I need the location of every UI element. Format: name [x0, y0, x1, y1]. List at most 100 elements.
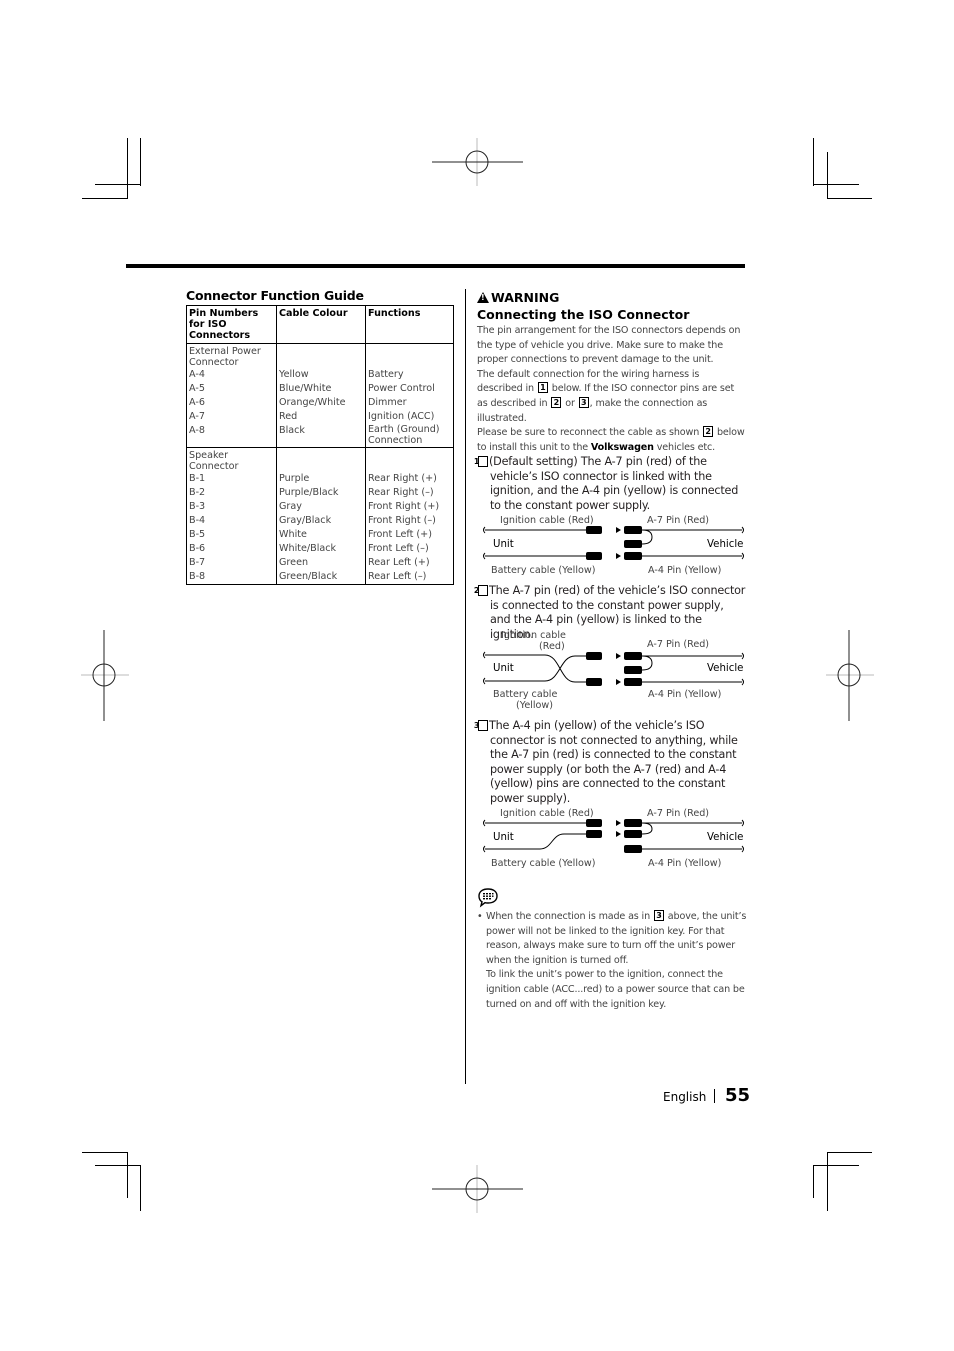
wiring-lines-3 [483, 819, 744, 853]
table-body: External Power Connector A-4 Yellow Battery… [186, 343, 454, 585]
box-number: 2 [551, 396, 562, 408]
wiring-diagram-2: Ignition cable (Red) A-7 Pin (Red) Unit … [480, 628, 746, 714]
function-cell: Rear Left (–) [365, 570, 454, 585]
cable-colour-cell: Orange/White [276, 396, 366, 410]
case-number-box: 1 [474, 456, 488, 467]
cable-colour-cell: Gray [276, 500, 366, 514]
cable-colour-cell: Purple/Black [276, 486, 366, 500]
group-row: Speaker Connector [186, 447, 454, 472]
table-row: A-4 Yellow Battery [186, 368, 454, 382]
registration-mark-top [432, 138, 523, 186]
function-cell: Dimmer [365, 396, 454, 410]
table-row: A-8 Black Earth (Ground) Connection [186, 424, 454, 448]
group-name: Speaker Connector [186, 447, 277, 472]
table-row: B-1 Purple Rear Right (+) [186, 472, 454, 486]
intro-paragraph-3: Please be sure to reconnect the cable as… [477, 426, 747, 455]
case-description: (Default setting) The A-7 pin (red) of t… [489, 455, 739, 512]
wiring-diagram-1: Ignition cable (Red) A-7 Pin (Red) Unit … [480, 513, 746, 579]
connector-function-table: Pin Numbers for ISO Connectors Cable Col… [186, 305, 454, 585]
pin-cell: B-1 [186, 472, 277, 486]
header-functions: Functions [365, 305, 454, 344]
cable-colour-cell: White [276, 528, 366, 542]
cable-colour-cell: Gray/Black [276, 514, 366, 528]
function-cell: Front Right (–) [365, 514, 454, 528]
table-row: B-5 White Front Left (+) [186, 528, 454, 542]
bullet: • [477, 911, 483, 922]
warning-heading: WARNING [477, 289, 747, 306]
pin-cell: B-8 [186, 570, 277, 585]
footer-language: English [663, 1090, 707, 1104]
cable-colour-cell: White/Black [276, 542, 366, 556]
function-cell: Front Right (+) [365, 500, 454, 514]
note-paragraph-1: When the connection is made as in 3 abov… [486, 910, 747, 968]
intro-paragraph-1: The pin arrangement for the ISO connecto… [477, 325, 741, 366]
pin-cell: B-6 [186, 542, 277, 556]
table-row: A-7 Red Ignition (ACC) [186, 410, 454, 424]
function-cell: Power Control [365, 382, 454, 396]
note-section: • When the connection is made as in 3 ab… [477, 910, 747, 1012]
empty-cell [365, 447, 454, 472]
cable-colour-cell: Purple [276, 472, 366, 486]
pin-cell: B-4 [186, 514, 277, 528]
table-row: A-6 Orange/White Dimmer [186, 396, 454, 410]
volkswagen-bold: Volkswagen [590, 441, 654, 453]
pin-cell: A-4 [186, 368, 277, 382]
table-row: B-2 Purple/Black Rear Right (–) [186, 486, 454, 500]
case-number-box: 3 [474, 720, 488, 731]
function-cell: Rear Right (+) [365, 472, 454, 486]
cable-colour-cell: Red [276, 410, 366, 424]
cable-colour-cell: Black [276, 424, 366, 448]
function-cell: Earth (Ground) Connection [365, 424, 454, 448]
group-name: External Power Connector [186, 343, 277, 368]
table-row: B-6 White/Black Front Left (–) [186, 542, 454, 556]
column-divider [465, 289, 466, 1084]
function-cell: Rear Right (–) [365, 486, 454, 500]
registration-mark-left [81, 630, 129, 721]
pin-cell: A-8 [186, 424, 277, 448]
intro-text: Please be sure to reconnect the cable as… [477, 427, 703, 439]
box-number: 1 [537, 382, 548, 394]
warning-label: WARNING [491, 290, 560, 305]
header-rule [126, 264, 745, 268]
wiring-lines-1 [483, 526, 744, 560]
pin-cell: B-5 [186, 528, 277, 542]
intro-paragraph-2: The default connection for the wiring ha… [477, 368, 747, 426]
function-cell: Ignition (ACC) [365, 410, 454, 424]
registration-mark-bottom [432, 1165, 523, 1213]
function-cell: Rear Left (+) [365, 556, 454, 570]
pin-cell: A-6 [186, 396, 277, 410]
table-header-row: Pin Numbers for ISO Connectors Cable Col… [186, 305, 454, 344]
table-row: A-5 Blue/White Power Control [186, 382, 454, 396]
box-number: 3 [578, 396, 589, 408]
cable-colour-cell: Yellow [276, 368, 366, 382]
header-pin-numbers: Pin Numbers for ISO Connectors [186, 305, 277, 344]
table-row: B-8 Green/Black Rear Left (–) [186, 570, 454, 585]
footer-separator [714, 1089, 715, 1103]
group-row: External Power Connector [186, 343, 454, 368]
pin-cell: B-2 [186, 486, 277, 500]
cable-colour-cell: Blue/White [276, 382, 366, 396]
function-cell: Front Left (–) [365, 542, 454, 556]
empty-cell [276, 343, 366, 368]
wiring-lines-2 [483, 651, 744, 686]
function-cell: Front Left (+) [365, 528, 454, 542]
cable-colour-cell: Green/Black [276, 570, 366, 585]
note-paragraph-2: To link the unit’s power to the ignition… [486, 969, 745, 1010]
table-row: B-3 Gray Front Right (+) [186, 500, 454, 514]
iso-connector-title: Connecting the ISO Connector [477, 307, 690, 322]
case-number-box: 2 [474, 585, 488, 596]
warning-triangle-icon [477, 292, 489, 303]
intro-text: or [562, 397, 578, 409]
registration-mark-right [826, 630, 874, 721]
table-row: B-4 Gray/Black Front Right (–) [186, 514, 454, 528]
intro-text: vehicles etc. [653, 441, 715, 453]
warning-section: WARNING Connecting the ISO Connector The… [477, 289, 747, 455]
page-number: 55 [725, 1085, 751, 1106]
empty-cell [276, 447, 366, 472]
table-row: B-7 Green Rear Left (+) [186, 556, 454, 570]
pin-cell: B-3 [186, 500, 277, 514]
case-description: The A-4 pin (yellow) of the vehicle’s IS… [489, 719, 738, 805]
case-3-text: 3 The A-4 pin (yellow) of the vehicle’s I… [474, 719, 747, 807]
connector-guide-title: Connector Function Guide [186, 288, 364, 303]
header-cable-colour: Cable Colour [276, 305, 366, 344]
